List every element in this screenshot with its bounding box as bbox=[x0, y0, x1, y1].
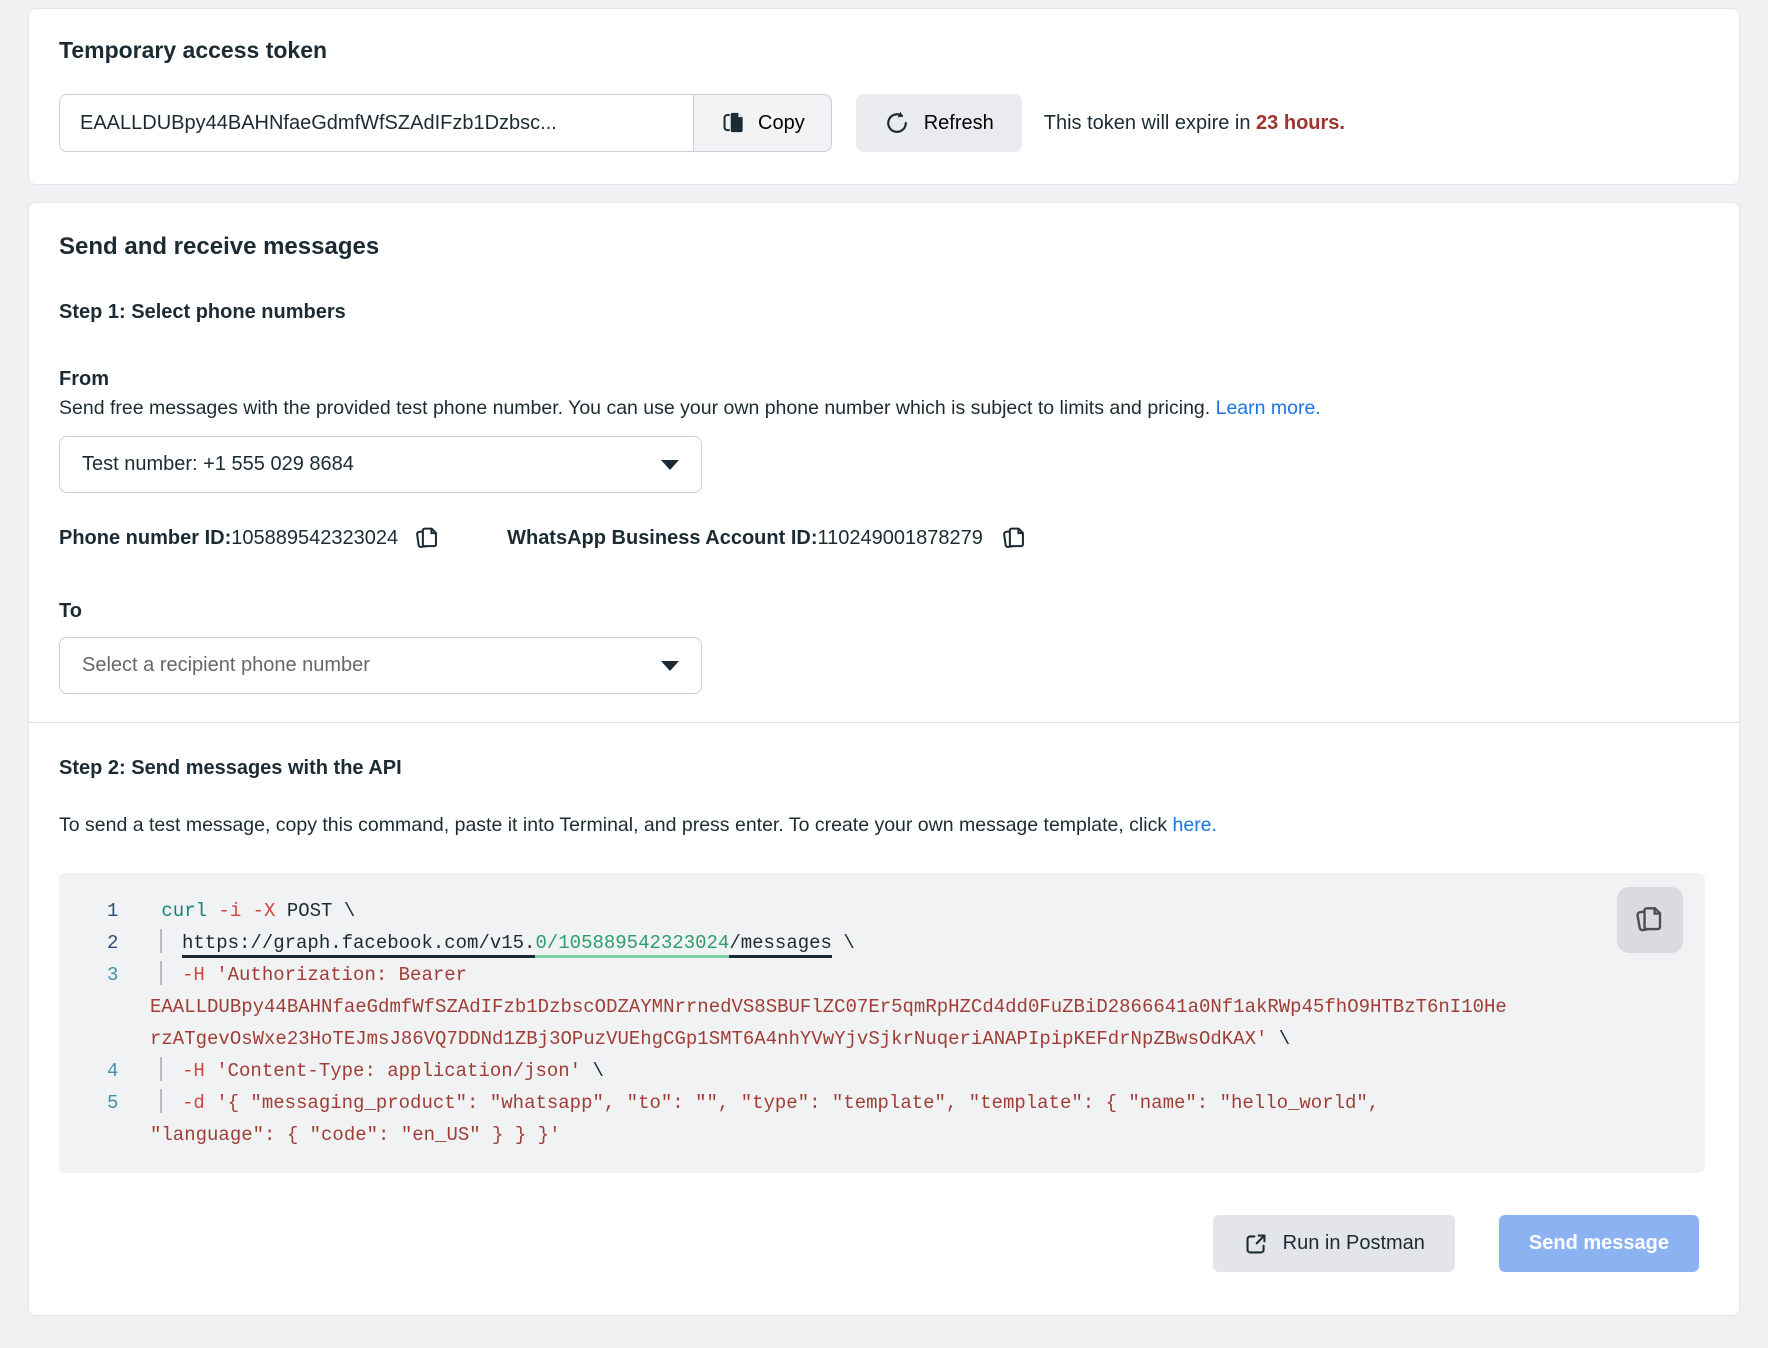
code-line: 5-d '{ "messaging_product": "whatsapp", … bbox=[59, 1087, 1705, 1119]
from-label: From bbox=[59, 368, 1705, 391]
actions-row: Run in Postman Send message bbox=[59, 1215, 1705, 1272]
code-line: 3-H 'Authorization: Bearer bbox=[59, 959, 1705, 991]
token-expiry-text: This token will expire in 23 hours. bbox=[1044, 112, 1345, 135]
code-line: 2https://graph.facebook.com/v15.0/105889… bbox=[59, 927, 1705, 959]
copy-code-button[interactable] bbox=[1617, 887, 1683, 953]
refresh-icon bbox=[884, 110, 910, 136]
token-row: EAALLDUBpy44BAHNfaeGdmfWfSZAdIFzb1Dzbsc.… bbox=[59, 94, 1705, 152]
chevron-down-icon bbox=[661, 460, 679, 470]
from-number-selected-value: Test number: +1 555 029 8684 bbox=[82, 453, 354, 476]
copy-icon bbox=[720, 110, 746, 136]
access-token-field[interactable]: EAALLDUBpy44BAHNfaeGdmfWfSZAdIFzb1Dzbsc.… bbox=[59, 94, 693, 152]
run-in-postman-label: Run in Postman bbox=[1283, 1232, 1425, 1255]
to-number-select[interactable]: Select a recipient phone number bbox=[59, 637, 702, 694]
duplicate-icon bbox=[1634, 904, 1666, 936]
duplicate-icon bbox=[414, 525, 441, 552]
copy-token-button[interactable]: Copy bbox=[693, 94, 832, 152]
chevron-down-icon bbox=[661, 661, 679, 671]
section-divider bbox=[29, 722, 1739, 723]
duplicate-icon bbox=[1001, 525, 1028, 552]
to-number-placeholder: Select a recipient phone number bbox=[82, 654, 370, 677]
code-line: "language": { "code": "en_US" } } }' bbox=[59, 1119, 1705, 1151]
phone-number-id-value: 105889542323024 bbox=[231, 527, 398, 550]
send-receive-messages-card: Send and receive messages Step 1: Select… bbox=[28, 202, 1740, 1316]
code-line: 4-H 'Content-Type: application/json' \ bbox=[59, 1055, 1705, 1087]
from-description: Send free messages with the provided tes… bbox=[59, 397, 1705, 420]
ids-row: Phone number ID: 105889542323024 WhatsAp… bbox=[59, 525, 1705, 552]
refresh-token-button[interactable]: Refresh bbox=[856, 94, 1022, 152]
code-line: 1 curl -i -X POST \ bbox=[59, 895, 1705, 927]
copy-waba-id-button[interactable] bbox=[1001, 525, 1028, 552]
step1-heading: Step 1: Select phone numbers bbox=[59, 301, 1705, 324]
to-label: To bbox=[59, 600, 1705, 623]
waba-id-value: 110249001878279 bbox=[817, 527, 982, 550]
learn-more-link[interactable]: Learn more. bbox=[1216, 397, 1321, 419]
curl-code-block: 1 curl -i -X POST \2https://graph.facebo… bbox=[59, 873, 1705, 1173]
step2-heading: Step 2: Send messages with the API bbox=[59, 757, 1705, 780]
temporary-access-token-card: Temporary access token EAALLDUBpy44BAHNf… bbox=[28, 8, 1740, 185]
step2-description: To send a test message, copy this comman… bbox=[59, 814, 1705, 837]
send-message-button[interactable]: Send message bbox=[1499, 1215, 1699, 1272]
copy-button-label: Copy bbox=[758, 112, 805, 135]
waba-id-label: WhatsApp Business Account ID: bbox=[507, 527, 817, 550]
code-line: EAALLDUBpy44BAHNfaeGdmfWfSZAdIFzb1DzbscO… bbox=[59, 991, 1705, 1023]
external-link-icon bbox=[1243, 1231, 1269, 1257]
refresh-button-label: Refresh bbox=[924, 112, 994, 135]
token-expiry-value: 23 hours. bbox=[1256, 112, 1345, 134]
run-in-postman-button[interactable]: Run in Postman bbox=[1213, 1215, 1455, 1272]
copy-phone-id-button[interactable] bbox=[414, 525, 441, 552]
messages-card-title: Send and receive messages bbox=[59, 233, 1705, 261]
here-link[interactable]: here. bbox=[1173, 814, 1217, 836]
code-lines: 1 curl -i -X POST \2https://graph.facebo… bbox=[59, 895, 1705, 1151]
phone-number-id-label: Phone number ID: bbox=[59, 527, 231, 550]
code-line: rzATgevOsWxe23HoTEJmsJ86VQ7DDNd1ZBj3OPuz… bbox=[59, 1023, 1705, 1055]
from-number-select[interactable]: Test number: +1 555 029 8684 bbox=[59, 436, 702, 493]
token-card-title: Temporary access token bbox=[59, 37, 1705, 64]
